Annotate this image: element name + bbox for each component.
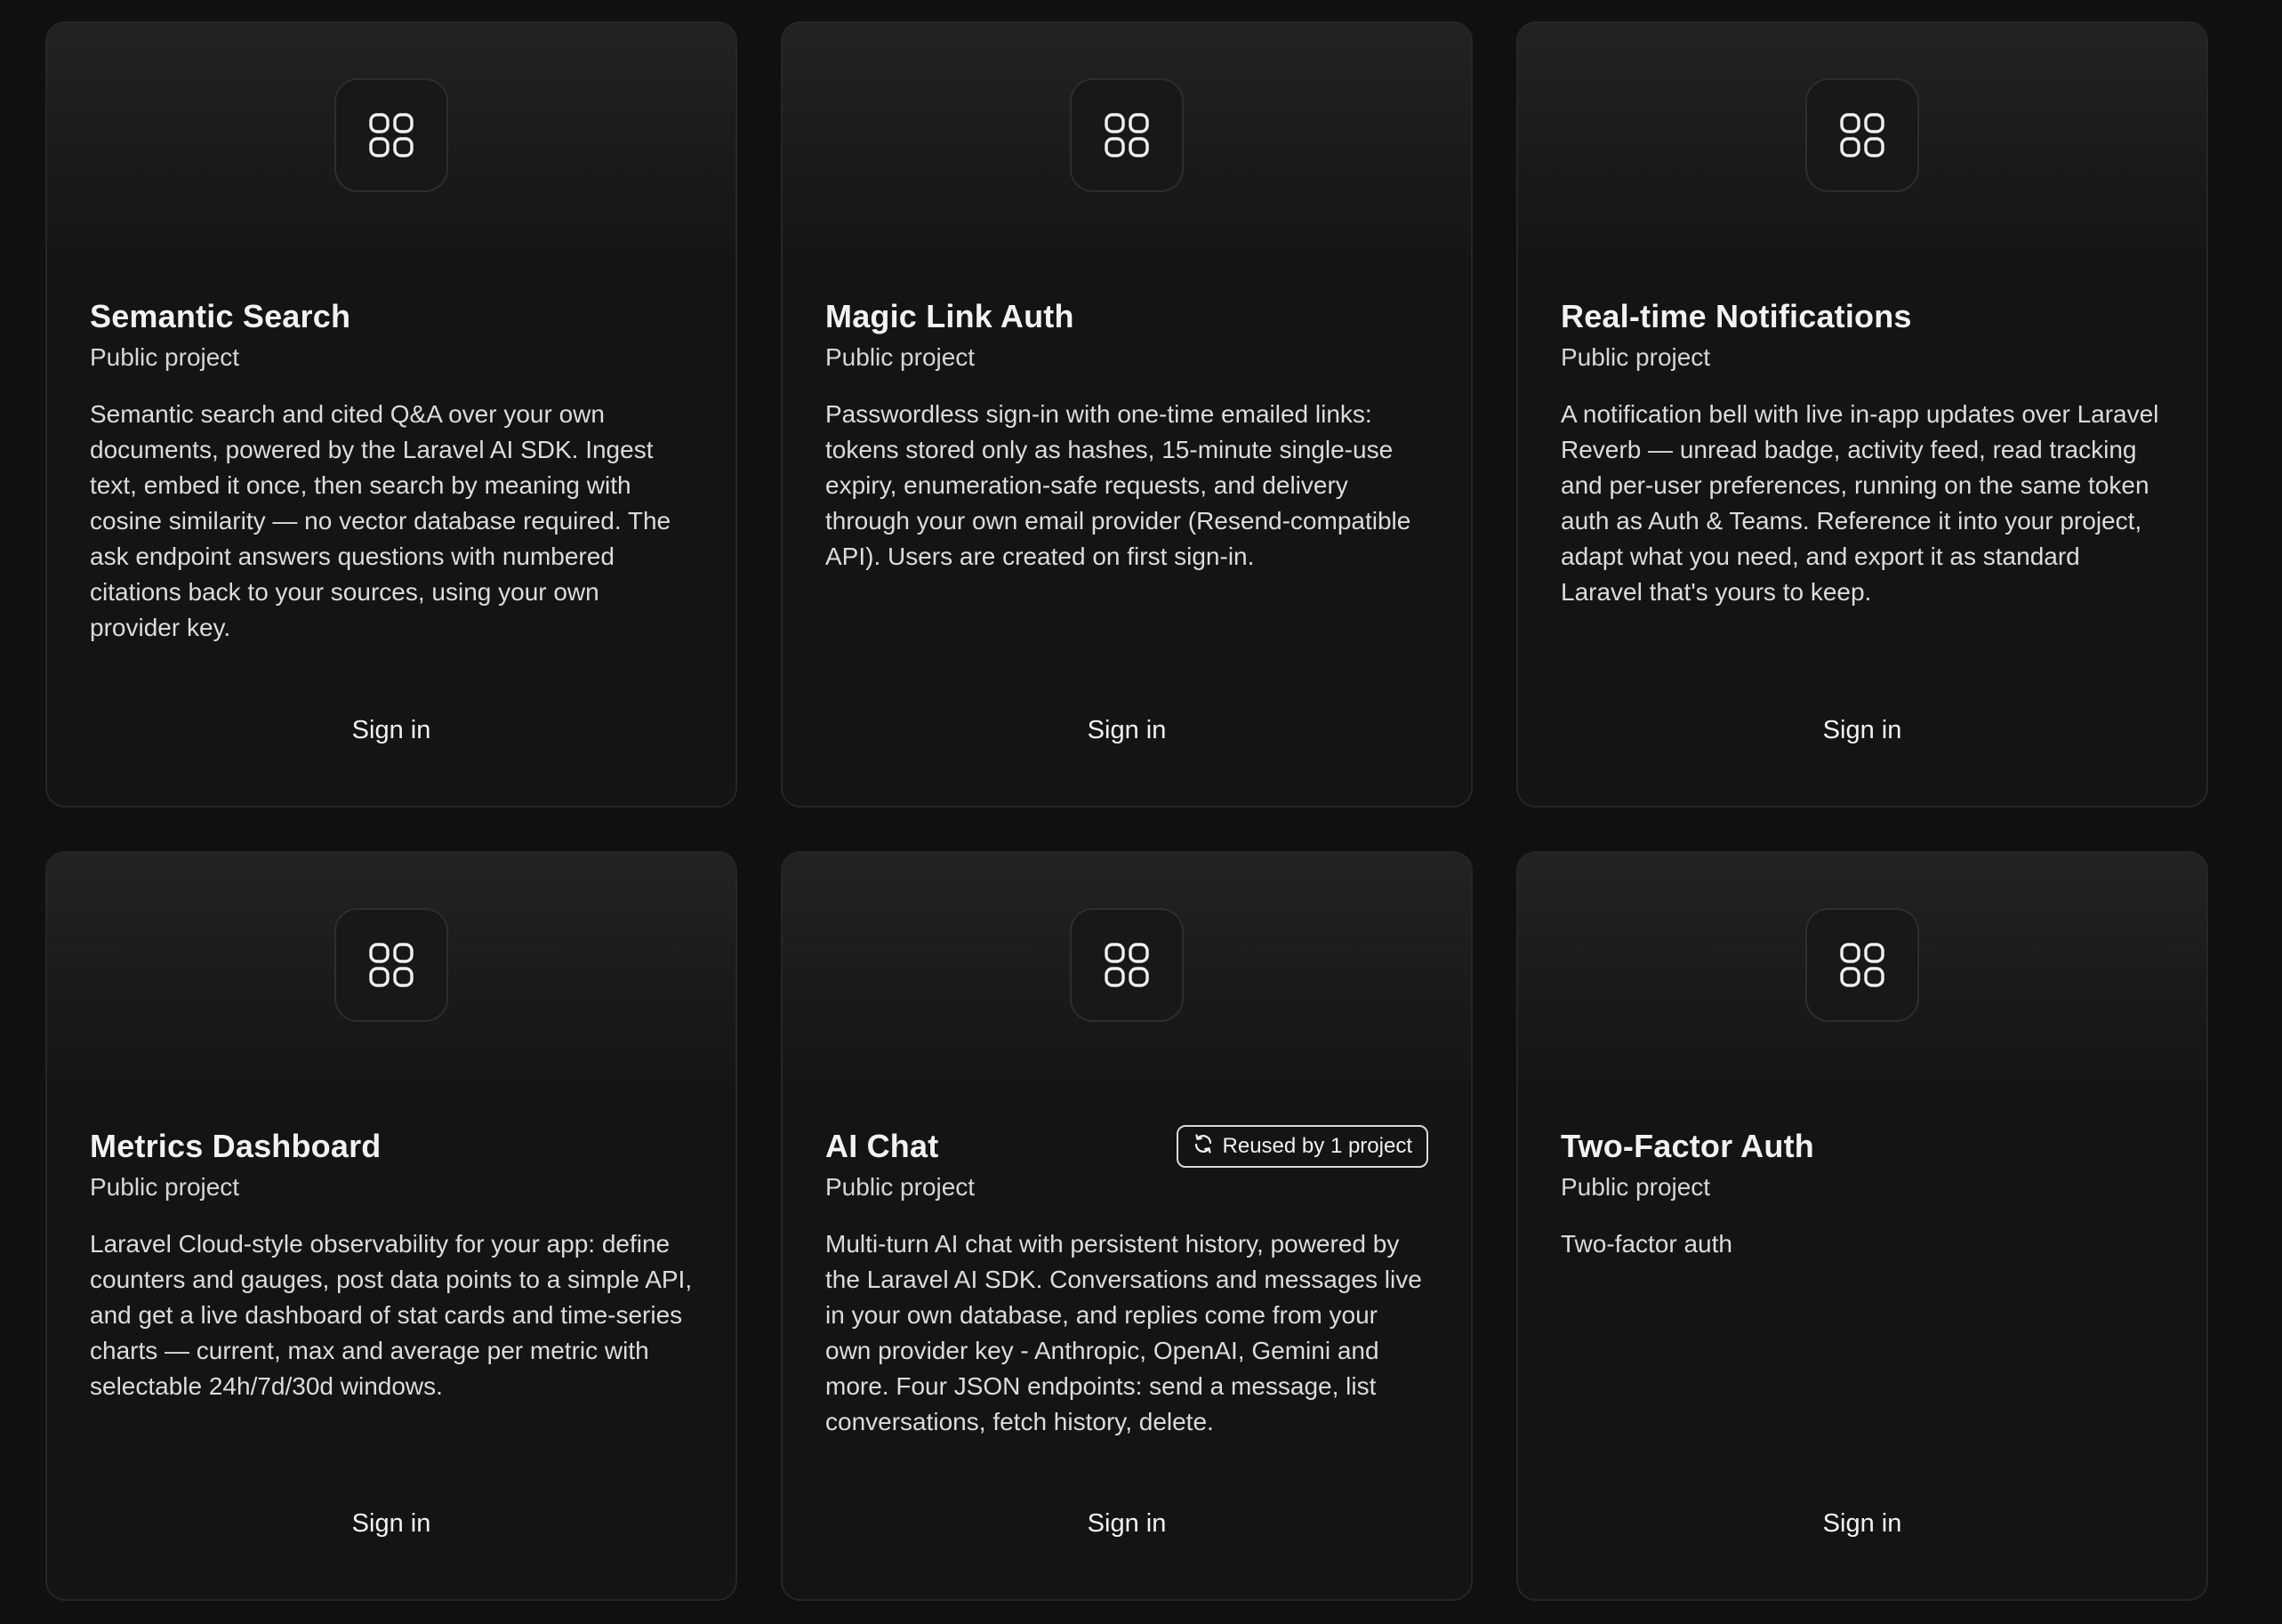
card-title: Semantic Search <box>90 298 351 334</box>
card-header <box>783 23 1471 251</box>
card-footer: Sign in <box>47 1504 735 1544</box>
title-row: Real-time Notifications <box>1561 295 2164 338</box>
card-description: A notification bell with live in-app upd… <box>1561 400 2159 606</box>
card-description: Multi-turn AI chat with persistent histo… <box>825 1230 1422 1435</box>
card-title: AI Chat <box>825 1128 939 1164</box>
grid-icon <box>1070 78 1184 192</box>
title-row: Metrics Dashboard <box>90 1125 693 1168</box>
card-description: Laravel Cloud-style observability for yo… <box>90 1230 693 1400</box>
card-footer: Sign in <box>1518 1504 2206 1544</box>
project-card-semantic-search[interactable]: Semantic Search Public project Semantic … <box>45 21 737 808</box>
project-grid: Semantic Search Public project Semantic … <box>45 21 2208 1601</box>
card-header <box>47 23 735 251</box>
sign-in-button[interactable]: Sign in <box>338 711 446 751</box>
card-subtitle: Public project <box>90 343 240 371</box>
card-subtitle: Public project <box>825 1173 976 1201</box>
card-header <box>1518 853 2206 1081</box>
card-footer: Sign in <box>783 1504 1471 1544</box>
card-title: Two-Factor Auth <box>1561 1128 1814 1164</box>
card-title: Real-time Notifications <box>1561 298 1912 334</box>
card-footer: Sign in <box>783 711 1471 751</box>
card-header <box>783 853 1471 1081</box>
project-card-metrics-dashboard[interactable]: Metrics Dashboard Public project Laravel… <box>45 851 737 1601</box>
card-subtitle: Public project <box>825 343 976 371</box>
grid-icon <box>334 78 448 192</box>
grid-icon <box>334 908 448 1022</box>
card-footer: Sign in <box>47 711 735 751</box>
sign-in-button[interactable]: Sign in <box>1073 1504 1181 1544</box>
project-card-realtime-notifications[interactable]: Real-time Notifications Public project A… <box>1516 21 2208 808</box>
title-row: AI Chat Reused by 1 project <box>825 1125 1428 1168</box>
card-header <box>47 853 735 1081</box>
card-title: Metrics Dashboard <box>90 1128 382 1164</box>
project-card-two-factor-auth[interactable]: Two-Factor Auth Public project Two-facto… <box>1516 851 2208 1601</box>
sign-in-button[interactable]: Sign in <box>1073 711 1181 751</box>
card-description: Two-factor auth <box>1561 1230 1732 1258</box>
title-row: Semantic Search <box>90 295 693 338</box>
grid-icon <box>1805 78 1919 192</box>
project-card-ai-chat[interactable]: AI Chat Reused by 1 project Public proje… <box>781 851 1473 1601</box>
badge-label: Reused by 1 project <box>1222 1134 1412 1158</box>
refresh-icon <box>1193 1133 1214 1161</box>
card-title: Magic Link Auth <box>825 298 1074 334</box>
card-footer: Sign in <box>1518 711 2206 751</box>
title-row: Magic Link Auth <box>825 295 1428 338</box>
card-description: Passwordless sign-in with one-time email… <box>825 400 1411 570</box>
card-subtitle: Public project <box>1561 1173 1711 1201</box>
grid-icon <box>1070 908 1184 1022</box>
reused-badge: Reused by 1 project <box>1176 1125 1428 1168</box>
title-row: Two-Factor Auth <box>1561 1125 2164 1168</box>
sign-in-button[interactable]: Sign in <box>1809 711 1916 751</box>
card-header <box>1518 23 2206 251</box>
project-card-magic-link-auth[interactable]: Magic Link Auth Public project Passwordl… <box>781 21 1473 808</box>
grid-icon <box>1805 908 1919 1022</box>
card-subtitle: Public project <box>90 1173 240 1201</box>
sign-in-button[interactable]: Sign in <box>1809 1504 1916 1544</box>
card-subtitle: Public project <box>1561 343 1711 371</box>
card-description: Semantic search and cited Q&A over your … <box>90 400 671 641</box>
sign-in-button[interactable]: Sign in <box>338 1504 446 1544</box>
